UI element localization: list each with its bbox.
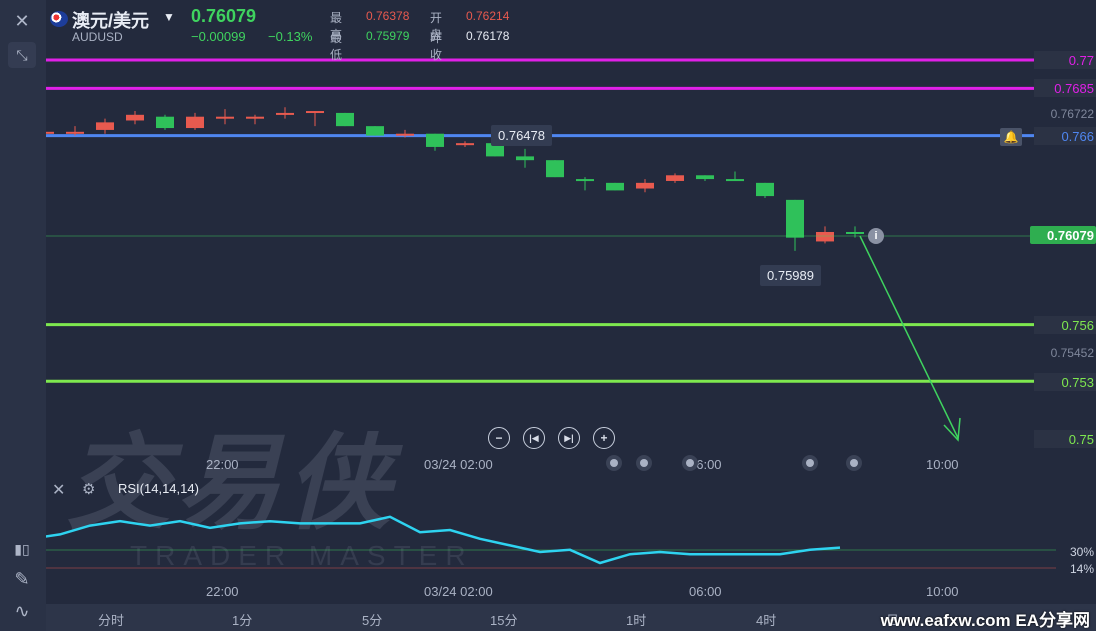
candle-body <box>726 179 744 182</box>
candle-body <box>366 126 384 136</box>
bell-icon[interactable]: 🔔 <box>1000 128 1022 146</box>
low-marker: 0.75989 <box>760 265 821 286</box>
time-label-2200: 22:00 <box>206 457 239 472</box>
tf-line[interactable]: 分时 <box>98 610 124 629</box>
zoom-in-button[interactable]: + <box>593 427 615 449</box>
rsi-label: RSI(14,14,14) <box>118 481 199 496</box>
candle-body <box>426 133 444 147</box>
candle-body <box>186 116 204 129</box>
axis-tick-76722: 0.76722 <box>1050 107 1094 121</box>
candle-body <box>666 175 684 181</box>
level-label-0756[interactable]: 0.756 <box>1034 316 1096 334</box>
event-dot[interactable] <box>636 455 652 471</box>
trend-arrow-line <box>859 235 959 439</box>
candle-body <box>636 182 654 189</box>
candle-body <box>576 179 594 182</box>
brand-watermark: www.eafxw.com EA分享网 <box>880 611 1090 630</box>
event-dot[interactable] <box>846 455 862 471</box>
tf-15m[interactable]: 15分 <box>490 610 517 629</box>
tf-4h[interactable]: 4时 <box>756 610 776 629</box>
level-label-07685[interactable]: 0.7685 <box>1034 79 1096 97</box>
low-value: 0.75979 <box>366 29 410 43</box>
axis-tick-75452: 0.75452 <box>1050 346 1094 360</box>
high-value: 0.76378 <box>366 9 410 23</box>
event-dot[interactable] <box>682 455 698 471</box>
candle-body <box>456 143 474 146</box>
event-dot[interactable] <box>606 455 622 471</box>
rsi-level-14: 14% <box>1069 562 1094 576</box>
low-label: 最低 <box>330 31 343 62</box>
close-indicator-icon[interactable]: ✕ <box>52 480 65 500</box>
trading-app: { "symbol": {"name": "澳元/美元", "code": "A… <box>0 0 1096 631</box>
tf-1h[interactable]: 1时 <box>626 610 646 629</box>
time-label-0324: 03/24 02:00 <box>424 457 493 472</box>
prev-close-label: 昨收 <box>430 31 443 62</box>
candle-body <box>786 199 804 238</box>
high-marker: 0.76478 <box>491 125 552 146</box>
candle-body <box>156 116 174 129</box>
flag-icon <box>50 11 68 27</box>
rsi-level-30: 30% <box>1069 545 1094 559</box>
symbol-code: AUDUSD <box>72 30 123 44</box>
trend-arrow-head <box>943 417 961 442</box>
level-label-0753[interactable]: 0.753 <box>1034 373 1096 391</box>
tf-5m[interactable]: 5分 <box>362 610 382 629</box>
candle-body <box>66 131 84 134</box>
level-label-0766[interactable]: 0.766 <box>1034 127 1096 145</box>
open-value: 0.76214 <box>466 9 510 23</box>
candle-body <box>246 116 264 119</box>
price-chart[interactable] <box>0 0 1096 631</box>
left-toolbar: ✕ ⤡ ▮▯ ✎ ∿ <box>0 0 46 631</box>
chevron-down-icon[interactable]: ▼ <box>163 10 175 24</box>
rewind-button[interactable]: |◀ <box>523 427 545 449</box>
collapse-icon[interactable]: ⤡ <box>8 42 36 68</box>
time-label-0324-lower: 03/24 02:00 <box>424 584 493 599</box>
zoom-out-button[interactable]: − <box>488 427 510 449</box>
level-label-077[interactable]: 0.77 <box>1034 51 1096 69</box>
candle-body <box>336 112 354 127</box>
candle-body <box>96 122 114 130</box>
candle-body <box>756 182 774 197</box>
candlestick-icon[interactable]: ▮▯ <box>8 536 36 562</box>
close-icon[interactable]: ✕ <box>8 8 36 34</box>
candle-body <box>816 231 834 242</box>
candle-body <box>546 160 564 178</box>
tf-1m[interactable]: 1分 <box>232 610 252 629</box>
event-dot[interactable] <box>802 455 818 471</box>
candle-body <box>126 114 144 121</box>
time-label-0600-lower: 06:00 <box>689 584 722 599</box>
forward-button[interactable]: ▶| <box>558 427 580 449</box>
candle-body <box>846 231 864 234</box>
rsi-line <box>0 515 841 565</box>
price-change-pct: −0.13% <box>268 29 313 44</box>
indicator-icon[interactable]: ∿ <box>8 598 36 624</box>
candle-body <box>216 116 234 119</box>
level-label-075[interactable]: 0.75 <box>1034 430 1096 448</box>
time-label-1000: 10:00 <box>926 457 959 472</box>
candle-body <box>516 156 534 161</box>
candle-body <box>396 133 414 136</box>
current-price-tag: 0.76079 <box>1030 226 1096 244</box>
info-icon[interactable]: i <box>868 228 884 244</box>
candle-body <box>606 182 624 191</box>
pencil-icon[interactable]: ✎ <box>8 566 36 592</box>
time-label-1000-lower: 10:00 <box>926 584 959 599</box>
current-price: 0.76079 <box>191 6 257 26</box>
time-label-2200-lower: 22:00 <box>206 584 239 599</box>
candle-body <box>306 111 324 114</box>
candle-body <box>276 112 294 115</box>
settings-icon[interactable]: ⚙ <box>82 480 95 498</box>
candle-body <box>696 175 714 180</box>
prev-close-value: 0.76178 <box>466 29 510 43</box>
price-change: −0.00099 <box>191 29 246 44</box>
